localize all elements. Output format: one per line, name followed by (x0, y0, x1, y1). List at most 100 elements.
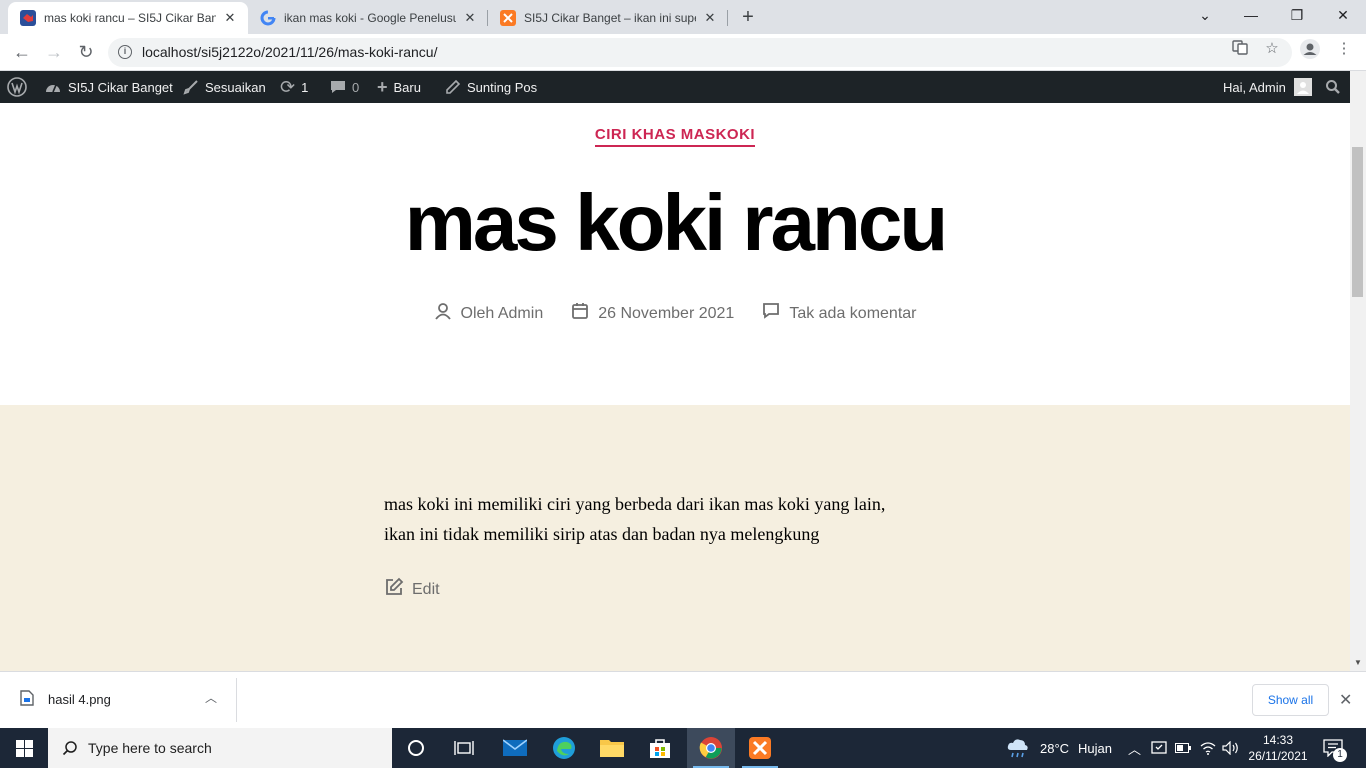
restore-button[interactable]: ❐ (1274, 0, 1320, 30)
weather-temperature: 28°C (1040, 740, 1070, 756)
weather-widget[interactable]: 28°C Hujan (1006, 728, 1112, 768)
dashboard-icon (44, 79, 62, 95)
show-all-button[interactable]: Show all (1252, 684, 1329, 716)
post-comments[interactable]: Tak ada komentar (762, 302, 917, 325)
tab-separator (727, 10, 728, 26)
tab-search-chevron-icon[interactable]: ⌄ (1182, 0, 1228, 30)
comments-link[interactable]: 0 (330, 71, 359, 103)
updates-count: 1 (301, 79, 309, 95)
file-icon (20, 690, 34, 709)
body-line: ikan ini tidak memiliki sirip atas dan b… (384, 524, 820, 544)
post-author[interactable]: Oleh Admin (434, 302, 544, 325)
category-link[interactable]: CIRI KHAS MASKOKI (594, 126, 756, 147)
volume-icon[interactable] (1222, 728, 1240, 768)
site-name-label: SI5J Cikar Banget (68, 79, 173, 95)
notification-center-icon[interactable]: 1 (1323, 728, 1347, 768)
post-body: mas koki ini memiliki ciri yang berbeda … (384, 489, 954, 549)
user-icon (434, 302, 452, 325)
edit-label: Edit (412, 580, 440, 598)
edit-post-button[interactable]: Edit (384, 577, 440, 602)
download-bar: hasil 4.png ︿ Show all ✕ (0, 671, 1366, 728)
scrollbar-thumb[interactable] (1352, 147, 1363, 297)
updates-link[interactable]: ⟳ 1 (280, 71, 308, 103)
windows-start-icon[interactable] (0, 728, 48, 768)
weather-condition: Hujan (1078, 740, 1113, 756)
edit-post-link[interactable]: Sunting Pos (445, 71, 537, 103)
back-arrow-icon[interactable]: ← (10, 40, 34, 64)
battery-icon[interactable] (1175, 728, 1191, 768)
minimize-button[interactable]: — (1228, 0, 1274, 30)
close-window-button[interactable]: ✕ (1320, 0, 1366, 30)
site-info-icon[interactable]: i (118, 45, 132, 59)
store-icon[interactable] (636, 728, 684, 768)
comment-icon (762, 302, 780, 325)
profile-icon[interactable] (1300, 39, 1320, 59)
close-icon[interactable]: ✕ (222, 10, 238, 26)
close-icon[interactable]: ✕ (702, 10, 718, 26)
rain-cloud-icon (1006, 737, 1030, 759)
close-icon[interactable]: ✕ (1339, 690, 1352, 710)
post-title: mas koki rancu (404, 178, 949, 267)
post-page: CIRI KHAS MASKOKI mas koki rancu Oleh Ad… (0, 103, 1350, 671)
pencil-icon (445, 79, 461, 95)
clock[interactable]: 14:33 26/11/2021 (1244, 732, 1312, 764)
menu-dots-icon[interactable]: ⋮ (1334, 39, 1354, 59)
google-icon (260, 10, 276, 26)
task-view-icon[interactable] (440, 728, 488, 768)
tab-mas-koki-rancu[interactable]: mas koki rancu – SI5J Cikar Banget ✕ (8, 2, 248, 34)
new-label: Baru (393, 79, 421, 95)
post-category: CIRI KHAS MASKOKI (0, 126, 1350, 147)
browser-tab-strip: mas koki rancu – SI5J Cikar Banget ✕ ika… (0, 0, 1366, 34)
cortana-circle-icon[interactable] (392, 728, 440, 768)
download-item[interactable]: hasil 4.png (20, 690, 111, 709)
chrome-icon[interactable] (687, 728, 735, 768)
new-tab-button[interactable]: + (736, 6, 760, 30)
clock-date: 26/11/2021 (1248, 749, 1308, 763)
browser-toolbar: ← → ↻ i localhost/si5j2122o/2021/11/26/m… (0, 34, 1366, 71)
my-account-link[interactable]: Hai, Admin (1223, 71, 1312, 103)
mail-icon[interactable] (491, 728, 539, 768)
taskbar-search-box[interactable]: Type here to search (48, 728, 392, 768)
site-name-link[interactable]: SI5J Cikar Banget (44, 71, 173, 103)
wp-admin-bar: SI5J Cikar Banget Sesuaikan ⟳ 1 0 + Baru… (0, 71, 1366, 103)
translate-icon[interactable] (1230, 39, 1250, 59)
new-content-link[interactable]: + Baru (377, 71, 421, 103)
scroll-down-arrow-icon[interactable]: ▼ (1354, 658, 1362, 667)
reload-icon[interactable]: ↻ (74, 40, 98, 64)
clock-time: 14:33 (1262, 733, 1294, 747)
security-icon[interactable] (1151, 728, 1167, 768)
calendar-icon (571, 302, 589, 325)
tab-google-search[interactable]: ikan mas koki - Google Penelusuran ✕ (248, 2, 488, 34)
bookmark-star-icon[interactable]: ☆ (1262, 39, 1282, 59)
comments-label: Tak ada komentar (789, 304, 917, 322)
close-icon[interactable]: ✕ (462, 10, 478, 26)
updates-icon: ⟳ (280, 76, 296, 97)
post-meta: Oleh Admin 26 November 2021 Tak ada kome… (0, 302, 1350, 325)
url-text: localhost/si5j2122o/2021/11/26/mas-koki-… (142, 44, 438, 60)
wifi-icon[interactable] (1200, 728, 1216, 768)
show-hidden-icons-chevron-icon[interactable]: ︿ (1128, 728, 1141, 768)
customize-link[interactable]: Sesuaikan (183, 71, 266, 103)
tab-si5j-cikar-banget[interactable]: SI5J Cikar Banget – ikan ini super ✕ (488, 2, 728, 34)
xampp-icon (500, 10, 516, 26)
wordpress-logo-icon[interactable] (7, 71, 27, 103)
page-scrollbar[interactable]: ▼ (1350, 71, 1366, 671)
search-icon[interactable] (1325, 71, 1341, 103)
comment-bubble-icon (330, 79, 346, 95)
search-icon (62, 740, 78, 756)
edit-post-label: Sunting Pos (467, 79, 538, 95)
file-explorer-icon[interactable] (588, 728, 636, 768)
chevron-up-icon[interactable]: ︿ (205, 689, 217, 706)
tab-title: mas koki rancu – SI5J Cikar Banget (44, 11, 216, 25)
tab-title: ikan mas koki - Google Penelusuran (284, 11, 456, 25)
greeting-label: Hai, Admin (1223, 79, 1286, 95)
xampp-icon[interactable] (736, 728, 784, 768)
search-placeholder: Type here to search (88, 740, 212, 756)
forward-arrow-icon[interactable]: → (42, 40, 66, 64)
address-bar[interactable]: i localhost/si5j2122o/2021/11/26/mas-kok… (108, 38, 1292, 67)
tab-title: SI5J Cikar Banget – ikan ini super (524, 11, 696, 25)
edge-browser-icon[interactable] (540, 728, 588, 768)
author-label: Oleh Admin (460, 304, 544, 322)
post-date[interactable]: 26 November 2021 (571, 302, 734, 325)
avatar (1293, 78, 1312, 96)
